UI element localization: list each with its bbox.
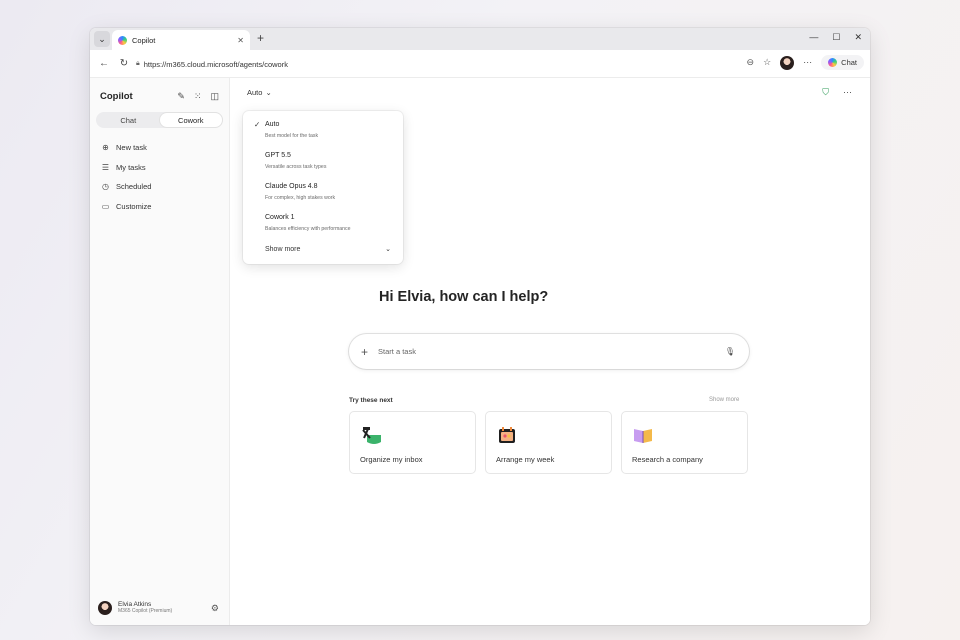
sidebar-nav: ⊕ New task ☰ My tasks ◷ Scheduled ▭ Cust… [90, 138, 229, 216]
sidebar-item-scheduled[interactable]: ◷ Scheduled [90, 177, 229, 197]
tab-title: Copilot [132, 35, 156, 45]
suggestion-card-label: Research a company [632, 455, 703, 464]
app-body: Copilot ✎ ⁙ ◫ Chat Cowork ⊕ New task ☰ M… [90, 78, 870, 625]
task-input[interactable]: + Start a task 🎙︎ [349, 334, 749, 369]
model-option-desc: Best model for the task [265, 133, 319, 139]
app-title: Copilot [100, 90, 133, 102]
inbox-organize-icon [362, 427, 381, 444]
address-bar-actions: ⊖ ☆ ⋯ Chat [747, 55, 864, 70]
user-plan: M365 Copilot (Premium) [118, 607, 173, 614]
refresh-icon[interactable]: ↻ [118, 58, 130, 69]
address-bar: ← ↻ 🔒︎ https://m365.cloud.microsoft/agen… [90, 50, 870, 78]
model-option-auto[interactable]: ✓ Auto Best model for the task [243, 120, 403, 151]
close-tab-icon[interactable]: ✕ [237, 36, 244, 45]
dropdown-show-more[interactable]: Show more ⌄ [243, 242, 403, 256]
gear-icon[interactable]: ⚙ [211, 603, 219, 614]
sidebar-item-label: New task [116, 143, 147, 153]
plus-icon[interactable]: + [361, 345, 368, 359]
tab-chat[interactable]: Chat [97, 113, 160, 127]
calendar-icon [499, 427, 515, 443]
browser-window: ⌄ Copilot ✕ + — ☐ ✕ ← ↻ 🔒︎ https://m365.… [90, 28, 870, 625]
model-option-desc: For complex, high stakes work [265, 195, 336, 201]
suggestion-card-week[interactable]: Arrange my week [485, 411, 612, 474]
url-field[interactable]: 🔒︎ https://m365.cloud.microsoft/agents/c… [136, 55, 736, 73]
more-options-icon[interactable]: ⋯ [843, 87, 852, 98]
chat-label: Chat [841, 58, 857, 67]
more-options-icon[interactable]: ⋯ [803, 57, 812, 68]
sidebar-item-customize[interactable]: ▭ Customize [90, 197, 229, 217]
task-input-placeholder: Start a task [378, 347, 416, 356]
greeting: Hi Elvia, how can I help? [379, 289, 549, 305]
model-option-desc: Versatile across task types [265, 164, 327, 170]
favorites-icon[interactable]: ☆ [763, 57, 771, 68]
browser-tab[interactable]: Copilot ✕ [112, 30, 250, 50]
suggestion-card-inbox[interactable]: Organize my inbox [349, 411, 476, 474]
clock-icon: ◷ [102, 182, 109, 192]
model-option-name: GPT 5.5 [265, 152, 291, 159]
sidebar-header: Copilot ✎ ⁙ ◫ [90, 78, 229, 104]
sidebar: Copilot ✎ ⁙ ◫ Chat Cowork ⊕ New task ☰ M… [90, 78, 230, 625]
compose-icon[interactable]: ✎ [177, 91, 185, 102]
tab-menu-icon[interactable]: ⌄ [94, 31, 110, 47]
user-profile[interactable]: Elvia Atkins M365 Copilot (Premium) ⚙ [98, 601, 219, 615]
sidebar-item-label: My tasks [116, 162, 146, 172]
url-text: https://m365.cloud.microsoft/agents/cowo… [143, 59, 288, 69]
microphone-icon[interactable]: 🎙︎ [725, 347, 735, 356]
tab-cowork[interactable]: Cowork [159, 113, 222, 127]
maximize-icon[interactable]: ☐ [832, 32, 840, 43]
model-option-gpt[interactable]: GPT 5.5 Versatile across task types [243, 151, 403, 182]
window-controls: — ☐ ✕ [809, 32, 862, 43]
close-window-icon[interactable]: ✕ [854, 32, 862, 43]
zoom-icon[interactable]: ⊖ [747, 57, 755, 68]
try-next-label: Try these next [349, 397, 393, 404]
minimize-icon[interactable]: — [809, 32, 818, 43]
chevron-down-icon: ⌄ [385, 246, 391, 253]
sidebar-toggle-icon[interactable]: ◫ [210, 91, 219, 102]
apps-grid-icon[interactable]: ⁙ [194, 91, 202, 102]
suggestion-card-label: Organize my inbox [360, 455, 423, 464]
sidebar-item-new-task[interactable]: ⊕ New task [90, 138, 229, 158]
profile-avatar[interactable] [780, 55, 795, 70]
mode-switch: Chat Cowork [96, 112, 223, 128]
avatar [98, 601, 112, 615]
plus-circle-icon: ⊕ [102, 143, 109, 153]
model-selected-label: Auto [247, 88, 263, 97]
back-icon[interactable]: ← [98, 58, 110, 69]
try-show-more-link[interactable]: Show more [709, 397, 739, 403]
model-selector[interactable]: Auto ⌄ [247, 88, 272, 97]
lock-icon: 🔒︎ [136, 60, 140, 67]
sidebar-item-label: Scheduled [116, 182, 152, 192]
shield-icon[interactable]: ⛉ [822, 87, 829, 98]
new-tab-icon[interactable]: + [257, 31, 264, 45]
show-more-label: Show more [265, 245, 301, 253]
suggestion-cards: Organize my inbox Arrange my week Resear… [349, 411, 748, 474]
suggestion-card-label: Arrange my week [496, 455, 555, 464]
model-option-cowork[interactable]: Cowork 1 Balances efficiency with perfor… [243, 213, 403, 244]
model-option-name: Claude Opus 4.8 [265, 183, 318, 190]
model-option-name: Auto [265, 121, 280, 128]
checkmark-icon: ✓ [254, 120, 261, 129]
briefcase-icon: ▭ [101, 201, 110, 211]
main-content: Auto ⌄ ⛉ ⋯ Hi Elvia, how can I help? + S… [230, 78, 870, 625]
model-dropdown: ✓ Auto Best model for the task GPT 5.5 V… [243, 111, 403, 264]
sidebar-item-label: Customize [116, 201, 152, 211]
copilot-logo-icon [828, 58, 838, 67]
list-icon: ☰ [101, 162, 110, 172]
main-top-actions: ⛉ ⋯ [822, 87, 852, 98]
tab-strip: ⌄ Copilot ✕ + — ☐ ✕ [90, 28, 870, 50]
model-option-desc: Balances efficiency with performance [265, 226, 351, 232]
copilot-logo-icon [118, 35, 127, 45]
model-option-name: Cowork 1 [265, 214, 295, 221]
sidebar-item-my-tasks[interactable]: ☰ My tasks [90, 158, 229, 178]
chevron-down-icon: ⌄ [265, 88, 272, 97]
browser-chat-button[interactable]: Chat [821, 55, 864, 70]
model-option-claude[interactable]: Claude Opus 4.8 For complex, high stakes… [243, 182, 403, 213]
suggestion-card-research[interactable]: Research a company [621, 411, 748, 474]
book-icon [634, 429, 652, 443]
